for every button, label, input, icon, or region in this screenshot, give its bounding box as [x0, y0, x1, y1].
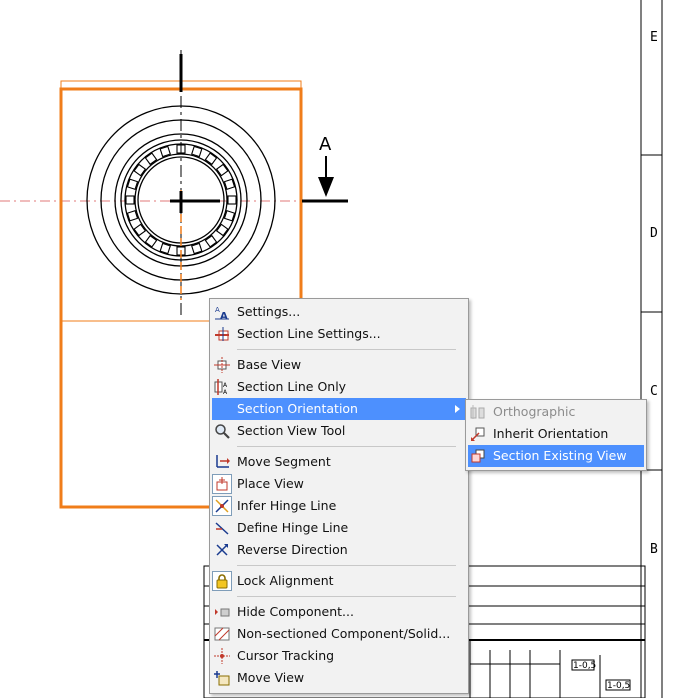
move-view-icon — [214, 671, 230, 686]
menu-item-settings[interactable]: A A Settings... — [210, 301, 468, 323]
table-value-2: 1-0,5 — [607, 681, 630, 691]
roller — [125, 195, 135, 205]
menu-item-label: Lock Alignment — [237, 573, 334, 588]
move-segment-icon — [216, 455, 230, 468]
menu-item-label: Section Line Only — [237, 379, 347, 394]
menu-item-label: Hide Component... — [237, 604, 354, 619]
menu-item-label: Reverse Direction — [237, 542, 348, 557]
menu-item-label: Section Orientation — [237, 401, 358, 416]
submenu-item-orthographic[interactable]: Orthographic — [466, 401, 646, 423]
base-view-icon — [214, 357, 230, 373]
table-value-1: 1-0,5 — [573, 661, 596, 671]
reverse-direction-icon — [216, 544, 228, 556]
menu-item-base-view[interactable]: Base View — [210, 354, 468, 376]
menu-item-label: Base View — [237, 357, 302, 372]
menu-item-label: Move View — [237, 670, 305, 685]
menu-item-cursor-tracking[interactable]: Cursor Tracking — [210, 645, 468, 667]
menu-separator — [237, 565, 456, 566]
frame-letter-b: B — [650, 542, 658, 557]
menu-item-label: Settings... — [237, 304, 301, 319]
context-menu: A A Settings... Section Line Settings...… — [209, 298, 469, 694]
drawing-frame — [640, 0, 663, 698]
non-sectioned-component-icon — [214, 627, 230, 641]
roller — [126, 210, 139, 222]
menu-item-label: Cursor Tracking — [237, 648, 335, 663]
hide-component-icon — [215, 608, 230, 617]
roller — [126, 178, 139, 190]
roller — [223, 178, 236, 190]
section-line-settings-icon — [215, 327, 229, 341]
menu-item-section-view-tool[interactable]: Section View Tool — [210, 420, 468, 442]
submenu-item-label: Orthographic — [493, 404, 576, 419]
inherit-orientation-icon — [471, 427, 485, 441]
submenu-item-inherit-orientation[interactable]: Inherit Orientation — [466, 423, 646, 445]
menu-separator — [237, 349, 456, 350]
svg-text:A: A — [223, 382, 228, 389]
menu-item-label: Section View Tool — [237, 423, 346, 438]
frame-letter-d: D — [650, 226, 658, 241]
menu-item-move-view[interactable]: Move View — [210, 667, 468, 689]
menu-item-reverse-direction[interactable]: Reverse Direction — [210, 539, 468, 561]
frame-letter-c: C — [650, 384, 658, 399]
submenu-item-label: Section Existing View — [493, 448, 627, 463]
menu-item-label: Define Hinge Line — [237, 520, 349, 535]
menu-item-place-view[interactable]: Place View — [210, 473, 468, 495]
menu-separator — [237, 596, 456, 597]
roller — [159, 145, 171, 158]
cursor-tracking-icon — [214, 648, 230, 664]
menu-item-label: Move Segment — [237, 454, 331, 469]
menu-item-non-sectioned-component[interactable]: Non-sectioned Component/Solid... — [210, 623, 468, 645]
submenu-arrow-icon — [455, 405, 460, 413]
section-existing-view-icon — [471, 449, 485, 463]
menu-item-define-hinge-line[interactable]: Define Hinge Line — [210, 517, 468, 539]
menu-item-label: Place View — [237, 476, 304, 491]
menu-item-label: Infer Hinge Line — [237, 498, 337, 513]
roller — [223, 210, 236, 222]
orthographic-icon — [470, 405, 485, 419]
menu-item-hide-component[interactable]: Hide Component... — [210, 601, 468, 623]
roller — [191, 242, 203, 255]
menu-item-section-line-settings[interactable]: Section Line Settings... — [210, 323, 468, 345]
magnifier-icon — [215, 424, 230, 439]
section-orientation-submenu: Orthographic Inherit Orientation Section… — [465, 399, 647, 471]
infer-hinge-line-icon — [215, 499, 229, 513]
menu-separator — [237, 446, 456, 447]
place-view-icon — [216, 477, 228, 491]
frame-letter-e: E — [650, 30, 658, 45]
submenu-item-label: Inherit Orientation — [493, 426, 609, 441]
menu-item-label: Non-sectioned Component/Solid... — [237, 626, 451, 641]
roller — [159, 242, 171, 255]
roller — [227, 195, 237, 205]
menu-item-lock-alignment[interactable]: Lock Alignment — [210, 570, 468, 592]
svg-text:A: A — [223, 389, 228, 395]
menu-item-move-segment[interactable]: Move Segment — [210, 451, 468, 473]
section-label: A — [319, 134, 332, 155]
section-line-only-icon: A A — [214, 379, 228, 395]
menu-item-label: Section Line Settings... — [237, 326, 381, 341]
submenu-item-section-existing-view[interactable]: Section Existing View — [468, 445, 644, 467]
menu-item-section-orientation[interactable]: Section Orientation — [212, 398, 466, 420]
menu-item-infer-hinge-line[interactable]: Infer Hinge Line — [210, 495, 468, 517]
settings-icon: A A — [215, 306, 229, 320]
lock-icon — [216, 574, 228, 589]
define-hinge-line-icon — [215, 522, 229, 535]
section-arrow[interactable] — [318, 156, 334, 197]
roller — [191, 145, 203, 158]
menu-item-section-line-only[interactable]: A A Section Line Only — [210, 376, 468, 398]
